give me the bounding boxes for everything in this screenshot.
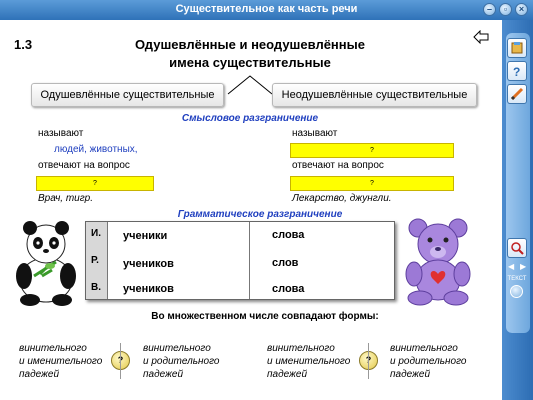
left-names-label: называют bbox=[38, 128, 84, 139]
animate-cell: учеников bbox=[123, 258, 174, 270]
right-answers-label: отвечают на вопрос bbox=[292, 160, 384, 171]
case-table: И. Р. В. ученики учеников учеников слова… bbox=[85, 221, 395, 300]
left-question-blank[interactable]: ? bbox=[36, 176, 154, 191]
left-sample: Врач, тигр. bbox=[38, 193, 94, 204]
right-sample: Лекарство, джунгли. bbox=[292, 193, 392, 204]
case-label: И. bbox=[91, 228, 101, 239]
answer-option[interactable]: винительного и родительного падежей bbox=[143, 342, 219, 381]
option-line: падежей bbox=[143, 369, 184, 380]
right-names-label: называют bbox=[292, 128, 338, 139]
plural-question: Во множественном числе совпадают формы: bbox=[151, 311, 379, 322]
answer-option[interactable]: винительного и родительного падежей bbox=[390, 342, 466, 381]
option-line: винительного bbox=[19, 343, 87, 354]
divider bbox=[120, 343, 121, 379]
animate-cell: ученики bbox=[123, 230, 168, 242]
option-line: и родительного bbox=[390, 356, 467, 367]
table-divider bbox=[249, 222, 250, 299]
answer-option[interactable]: винительного и именительного падежей bbox=[19, 342, 102, 381]
option-line: винительного bbox=[143, 343, 211, 354]
option-line: и именительного bbox=[19, 356, 103, 367]
case-label: В. bbox=[91, 282, 101, 293]
option-line: и именительного bbox=[267, 356, 351, 367]
case-label: Р. bbox=[91, 255, 99, 266]
inanimate-nouns-button[interactable]: Неодушевлённые существительные bbox=[272, 83, 477, 107]
grammatical-section-title: Грамматическое разграничение bbox=[177, 209, 343, 220]
option-line: падежей bbox=[390, 369, 431, 380]
option-line: падежей bbox=[19, 369, 60, 380]
answer-option[interactable]: винительного и именительного падежей bbox=[267, 342, 350, 381]
inanimate-cell: слова bbox=[272, 283, 305, 295]
left-examples: людей, животных, bbox=[54, 144, 138, 155]
option-line: винительного bbox=[390, 343, 458, 354]
inanimate-cell: слов bbox=[272, 257, 299, 269]
option-line: падежей bbox=[267, 369, 308, 380]
panda-image bbox=[16, 221, 76, 306]
inanimate-cell: слова bbox=[272, 229, 305, 241]
animate-nouns-button[interactable]: Одушевлённые существительные bbox=[31, 83, 224, 107]
right-examples-blank[interactable]: ? bbox=[290, 143, 454, 158]
option-line: и родительного bbox=[143, 356, 220, 367]
semantic-section-title: Смысловое разграничение bbox=[181, 113, 319, 124]
teddy-bear-image bbox=[405, 218, 471, 306]
left-answers-label: отвечают на вопрос bbox=[38, 160, 130, 171]
divider bbox=[368, 343, 369, 379]
animate-cell: учеников bbox=[123, 283, 174, 295]
option-line: винительного bbox=[267, 343, 335, 354]
right-question-blank[interactable]: ? bbox=[290, 176, 454, 191]
